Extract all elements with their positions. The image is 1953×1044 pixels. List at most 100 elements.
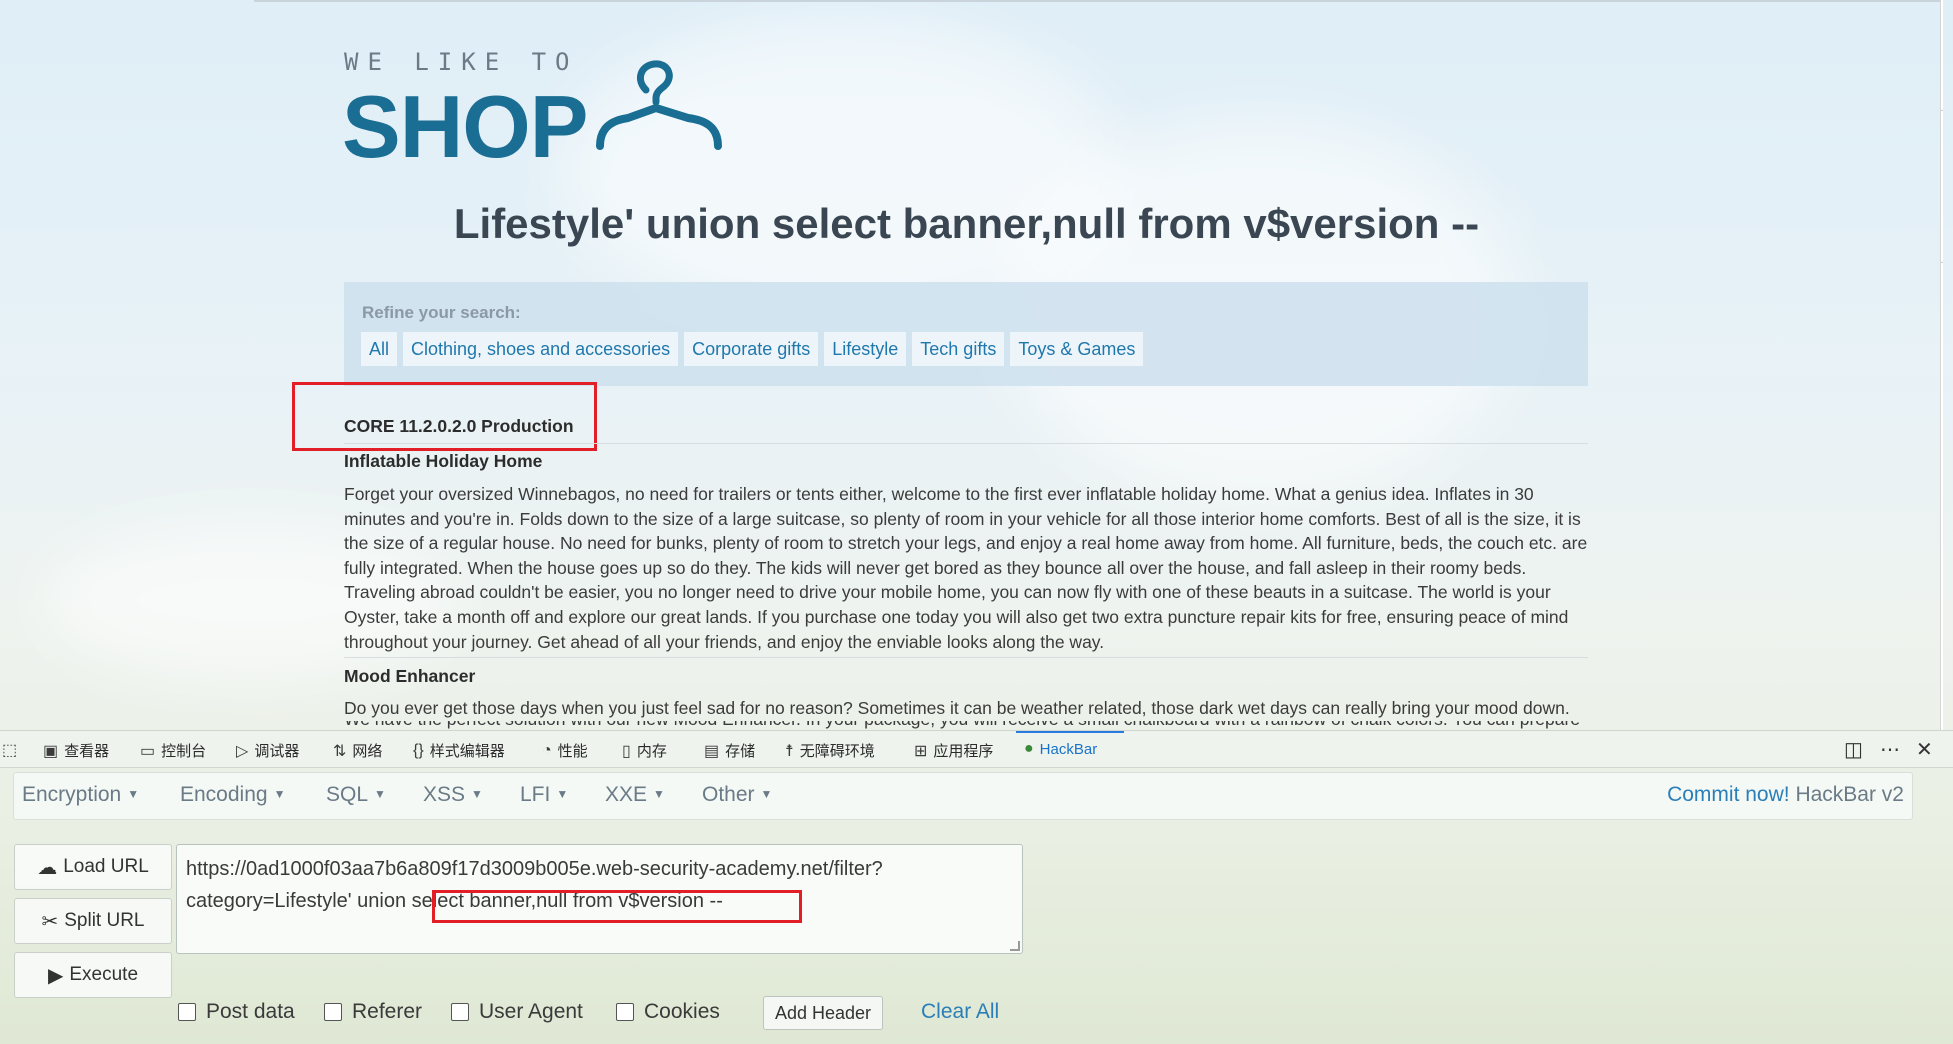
split-url-button[interactable]: ✂ Split URL (14, 898, 172, 944)
tab-debugger[interactable]: ▷ 调试器 (236, 740, 299, 761)
filter-toys-games[interactable]: Toys & Games (1010, 332, 1144, 366)
menu-label: LFI (520, 783, 551, 806)
page-title: Lifestyle' union select banner,null from… (453, 200, 1480, 247)
load-url-button[interactable]: ☁ Load URL (14, 844, 172, 890)
chevron-down-icon: ▼ (471, 787, 483, 801)
tab-memory[interactable]: ▯ 内存 (622, 740, 667, 761)
close-icon[interactable]: ✕ (1916, 737, 1933, 762)
tab-accessibility[interactable]: ☨ 无障碍环境 (785, 740, 875, 761)
menu-label: XXE (605, 783, 648, 806)
hackbar-menubar: Encryption ▼ Encoding ▼ SQL ▼ XSS ▼ LFI ▼ XXE… (13, 772, 1913, 820)
more-options-icon[interactable]: ⋯ (1880, 737, 1900, 762)
referer-checkbox[interactable]: Referer (324, 1000, 422, 1024)
filter-clothing[interactable]: Clothing, shoes and accessories (403, 332, 679, 366)
hanger-icon (596, 60, 722, 150)
menu-encoding[interactable]: Encoding ▼ (180, 783, 285, 807)
menu-label: Other (702, 783, 755, 806)
checkbox-box[interactable] (451, 1003, 469, 1021)
tab-storage[interactable]: ▤ 存储 (704, 740, 755, 761)
scissors-icon: ✂ (41, 910, 59, 933)
checkbox-box[interactable] (324, 1003, 342, 1021)
hackbar-version: HackBar v2 (1795, 783, 1904, 806)
menu-xxe[interactable]: XXE ▼ (605, 783, 665, 807)
checkbox-box[interactable] (178, 1003, 196, 1021)
menu-label: SQL (326, 783, 369, 806)
menu-encryption[interactable]: Encryption ▼ (22, 783, 139, 807)
tab-label: 控制台 (161, 743, 207, 760)
add-header-button[interactable]: Add Header (763, 996, 883, 1030)
inspector-icon: ▣ (43, 742, 59, 760)
menu-xss[interactable]: XSS ▼ (423, 783, 483, 807)
hackbar-icon: ● (1024, 740, 1034, 757)
product-name: Mood Enhancer (344, 666, 476, 686)
commit-link[interactable]: Commit now! HackBar v2 (1667, 783, 1904, 807)
chevron-down-icon: ▼ (374, 787, 386, 801)
checkbox-label: User Agent (479, 1000, 583, 1023)
tab-inspector[interactable]: ▣ 查看器 (43, 740, 109, 761)
checkbox-box[interactable] (616, 1003, 634, 1021)
tab-hackbar[interactable]: ● HackBar (1024, 740, 1097, 758)
user-agent-checkbox[interactable]: User Agent (451, 1000, 583, 1024)
element-picker-icon[interactable]: ⬚ (2, 740, 17, 760)
menu-other[interactable]: Other ▼ (702, 783, 772, 807)
cookies-checkbox[interactable]: Cookies (616, 1000, 720, 1024)
storage-icon: ▤ (704, 742, 720, 760)
execute-button[interactable]: ▶ Execute (14, 952, 172, 998)
shop-logo[interactable]: WE LIKE TO SHOP (342, 48, 734, 176)
filter-lifestyle[interactable]: Lifestyle (824, 332, 907, 366)
tab-network[interactable]: ⇅ 网络 (333, 740, 382, 761)
tab-label: 查看器 (64, 743, 110, 760)
memory-icon: ▯ (622, 742, 631, 760)
cloud-download-icon: ☁ (37, 856, 58, 879)
tab-console[interactable]: ▭ 控制台 (140, 740, 206, 761)
version-highlight-box (292, 382, 597, 451)
commit-label: Commit now! (1667, 783, 1790, 806)
filter-label: Refine your search: (362, 303, 521, 322)
tab-label: 性能 (557, 743, 588, 760)
menu-sql[interactable]: SQL ▼ (326, 783, 386, 807)
tab-label: 样式编辑器 (429, 743, 505, 760)
debugger-icon: ▷ (236, 742, 249, 760)
tab-application[interactable]: ⊞ 应用程序 (914, 740, 993, 761)
dock-side-icon[interactable]: ◫ (1844, 737, 1863, 762)
button-label: Load URL (63, 856, 149, 877)
devtools-panel: ⬚ ▣ 查看器 ▭ 控制台 ▷ 调试器 ⇅ 网络 {} 样式编辑器 ◔ 性能 ▯ 内存 ▤ 存储… (0, 730, 1953, 1044)
filter-tech-gifts[interactable]: Tech gifts (912, 332, 1005, 366)
console-icon: ▭ (140, 742, 156, 760)
performance-icon: ◔ (542, 741, 552, 759)
chevron-down-icon: ▼ (556, 787, 569, 801)
web-page: WE LIKE TO SHOP Lifestyle' union select … (0, 0, 1943, 730)
product-description: Forget your oversized Winnebagos, no nee… (344, 484, 1588, 652)
post-data-checkbox[interactable]: Post data (178, 1000, 295, 1024)
devtools-toolbar: ⬚ ▣ 查看器 ▭ 控制台 ▷ 调试器 ⇅ 网络 {} 样式编辑器 ◔ 性能 ▯ 内存 ▤ 存储… (0, 730, 1953, 768)
tab-label: 存储 (725, 743, 756, 760)
resize-handle[interactable] (1010, 941, 1020, 951)
accessibility-icon: ☨ (785, 742, 794, 760)
page-top-border (254, 0, 1940, 2)
menu-label: Encoding (180, 783, 268, 806)
url-line: https://0ad1000f03aa7b6a809f17d3009b005e… (186, 858, 883, 880)
divider (344, 443, 1588, 444)
filter-corporate-gifts[interactable]: Corporate gifts (684, 332, 819, 366)
adjacent-window-edge: ti n (1940, 0, 1943, 730)
chevron-down-icon: ▼ (273, 787, 286, 801)
button-label: Execute (69, 964, 139, 985)
tab-label: 应用程序 (933, 743, 994, 760)
logo-tagline: WE LIKE TO (344, 48, 579, 76)
logo-wordmark: SHOP (342, 77, 588, 176)
menu-lfi[interactable]: LFI ▼ (520, 783, 568, 807)
filter-all[interactable]: All (361, 332, 398, 366)
tab-label: 调试器 (254, 743, 300, 760)
edge-line (1941, 262, 1943, 263)
tab-style-editor[interactable]: {} 样式编辑器 (413, 740, 505, 761)
clear-all-link[interactable]: Clear All (921, 1000, 999, 1024)
filter-list: All Clothing, shoes and accessories Corp… (361, 332, 1144, 366)
active-tab-indicator (1016, 731, 1124, 733)
chevron-down-icon: ▼ (127, 787, 140, 801)
menu-label: Encryption (22, 783, 122, 806)
product-name: Inflatable Holiday Home (344, 451, 543, 471)
product-description-cut: We have the perfect solution with our ne… (344, 721, 1588, 730)
chevron-down-icon: ▼ (760, 787, 773, 801)
tab-performance[interactable]: ◔ 性能 (542, 740, 588, 761)
edge-line (1941, 110, 1943, 111)
